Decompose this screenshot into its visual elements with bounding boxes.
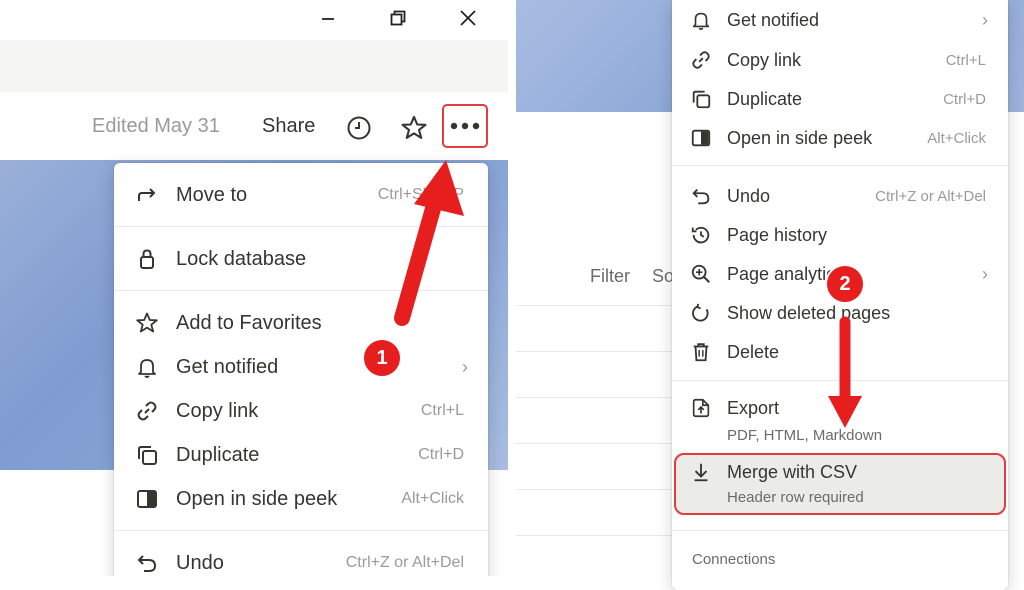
step-badge-2: 2	[825, 264, 865, 304]
annotation-arrow-2	[828, 316, 862, 428]
